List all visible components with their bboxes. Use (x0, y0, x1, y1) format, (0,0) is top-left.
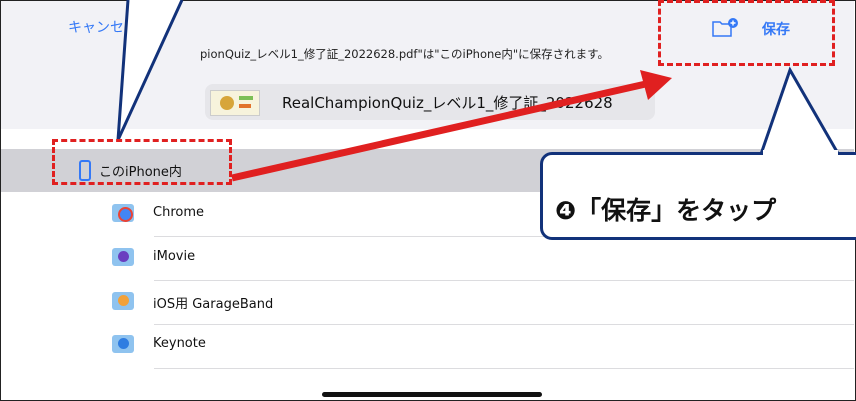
highlight-location-box (52, 139, 232, 185)
highlight-save-box (658, 0, 835, 66)
callout-text: ❹「保存」をタップ (555, 196, 777, 225)
